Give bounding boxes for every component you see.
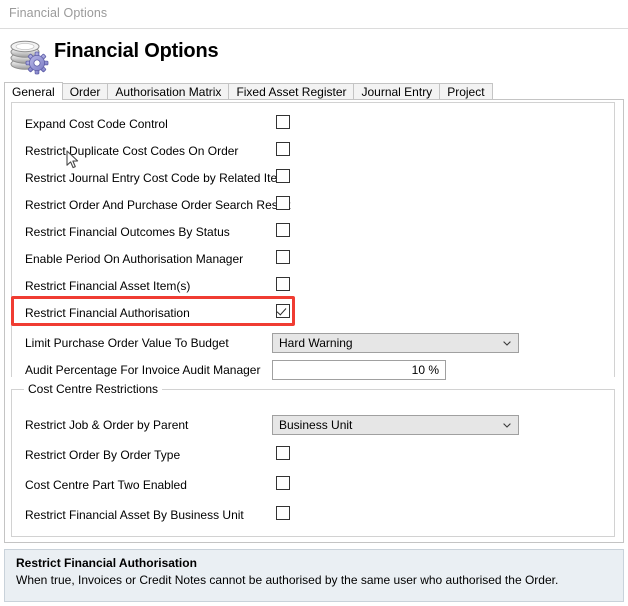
dropdown-limit-purchase-order-value-to-budget[interactable]: Hard Warning <box>272 333 519 353</box>
label-enable-period-on-authorisation-manager: Enable Period On Authorisation Manager <box>25 252 244 266</box>
tab-order[interactable]: Order <box>61 83 109 100</box>
chevron-down-icon <box>503 423 511 428</box>
page-header: Financial Options <box>0 30 628 82</box>
row-restrict-financial-asset-by-business-unit[interactable]: Restrict Financial Asset By Business Uni… <box>5 503 625 530</box>
row-cost-centre-part-two-enabled[interactable]: Cost Centre Part Two Enabled <box>5 473 625 500</box>
dropdown-restrict-job-and-order-by-parent[interactable]: Business Unit <box>272 415 519 435</box>
checkbox-restrict-journal-entry-cost-code-by-related-item[interactable] <box>276 169 290 183</box>
checkbox-restrict-duplicate-cost-codes-on-order[interactable] <box>276 142 290 156</box>
label-restrict-financial-outcomes-by-status: Restrict Financial Outcomes By Status <box>25 225 230 239</box>
label-expand-cost-code-control: Expand Cost Code Control <box>25 117 168 131</box>
tab-fixed-asset-register[interactable]: Fixed Asset Register <box>228 83 355 100</box>
label-audit-percentage-for-invoice-audit-manager: Audit Percentage For Invoice Audit Manag… <box>25 363 261 377</box>
breadcrumb: Financial Options <box>9 6 108 20</box>
tab-project[interactable]: Project <box>439 83 493 100</box>
label-restrict-order-by-order-type: Restrict Order By Order Type <box>25 448 181 462</box>
checkbox-restrict-financial-asset-items[interactable] <box>276 277 290 291</box>
label-restrict-duplicate-cost-codes-on-order: Restrict Duplicate Cost Codes On Order <box>25 144 239 158</box>
checkbox-restrict-financial-asset-by-business-unit[interactable] <box>276 506 290 520</box>
row-audit-percentage-for-invoice-audit-manager[interactable]: Audit Percentage For Invoice Audit Manag… <box>5 358 625 385</box>
dropdown-restrict-job-and-order-by-parent-value: Business Unit <box>279 418 353 432</box>
description-body: When true, Invoices or Credit Notes cann… <box>16 573 559 587</box>
dropdown-limit-purchase-order-value-to-budget-value: Hard Warning <box>279 336 353 350</box>
description-panel: Restrict Financial Authorisation When tr… <box>4 549 624 602</box>
tab-journal-entry[interactable]: Journal Entry <box>353 83 441 100</box>
input-audit-percentage-value: 10 % <box>411 363 439 377</box>
label-restrict-financial-asset-items: Restrict Financial Asset Item(s) <box>25 279 191 293</box>
checkbox-cost-centre-part-two-enabled[interactable] <box>276 476 290 490</box>
checkbox-expand-cost-code-control[interactable] <box>276 115 290 129</box>
label-restrict-order-and-purchase-order-search-result: Restrict Order And Purchase Order Search… <box>25 198 291 212</box>
checkbox-restrict-financial-outcomes-by-status[interactable] <box>276 223 290 237</box>
general-tab-panel: Expand Cost Code Control Restrict Duplic… <box>4 99 624 543</box>
row-restrict-order-by-order-type[interactable]: Restrict Order By Order Type <box>5 443 625 470</box>
label-restrict-financial-asset-by-business-unit: Restrict Financial Asset By Business Uni… <box>25 508 244 522</box>
row-restrict-financial-outcomes-by-status[interactable]: Restrict Financial Outcomes By Status <box>5 220 625 247</box>
window-titlebar: Financial Options <box>0 0 628 29</box>
description-title: Restrict Financial Authorisation <box>16 556 197 570</box>
cost-centre-restrictions-legend: Cost Centre Restrictions <box>24 382 163 396</box>
row-restrict-duplicate-cost-codes-on-order[interactable]: Restrict Duplicate Cost Codes On Order <box>5 139 625 166</box>
label-restrict-journal-entry-cost-code-by-related-item: Restrict Journal Entry Cost Code by Rela… <box>25 171 288 185</box>
tab-authorisation-matrix[interactable]: Authorisation Matrix <box>107 83 230 100</box>
input-audit-percentage[interactable]: 10 % <box>272 360 446 380</box>
chevron-down-icon <box>503 341 511 346</box>
label-restrict-job-and-order-by-parent: Restrict Job & Order by Parent <box>25 418 189 432</box>
checkbox-restrict-order-and-purchase-order-search-result[interactable] <box>276 196 290 210</box>
database-gear-icon <box>8 38 52 76</box>
page-title: Financial Options <box>54 40 219 62</box>
row-restrict-journal-entry-cost-code-by-related-item[interactable]: Restrict Journal Entry Cost Code by Rela… <box>5 166 625 193</box>
row-restrict-order-and-purchase-order-search-result[interactable]: Restrict Order And Purchase Order Search… <box>5 193 625 220</box>
checkbox-restrict-order-by-order-type[interactable] <box>276 446 290 460</box>
row-limit-purchase-order-value-to-budget[interactable]: Limit Purchase Order Value To Budget Har… <box>5 331 625 358</box>
label-cost-centre-part-two-enabled: Cost Centre Part Two Enabled <box>25 478 187 492</box>
row-restrict-job-and-order-by-parent[interactable]: Restrict Job & Order by Parent Business … <box>5 413 625 440</box>
highlight-annotation <box>11 296 295 326</box>
checkbox-enable-period-on-authorisation-manager[interactable] <box>276 250 290 264</box>
row-expand-cost-code-control[interactable]: Expand Cost Code Control <box>5 112 625 139</box>
label-limit-purchase-order-value-to-budget: Limit Purchase Order Value To Budget <box>25 336 229 350</box>
tab-strip: General Order Authorisation Matrix Fixed… <box>4 82 624 100</box>
row-enable-period-on-authorisation-manager[interactable]: Enable Period On Authorisation Manager <box>5 247 625 274</box>
tab-general[interactable]: General <box>4 82 63 100</box>
